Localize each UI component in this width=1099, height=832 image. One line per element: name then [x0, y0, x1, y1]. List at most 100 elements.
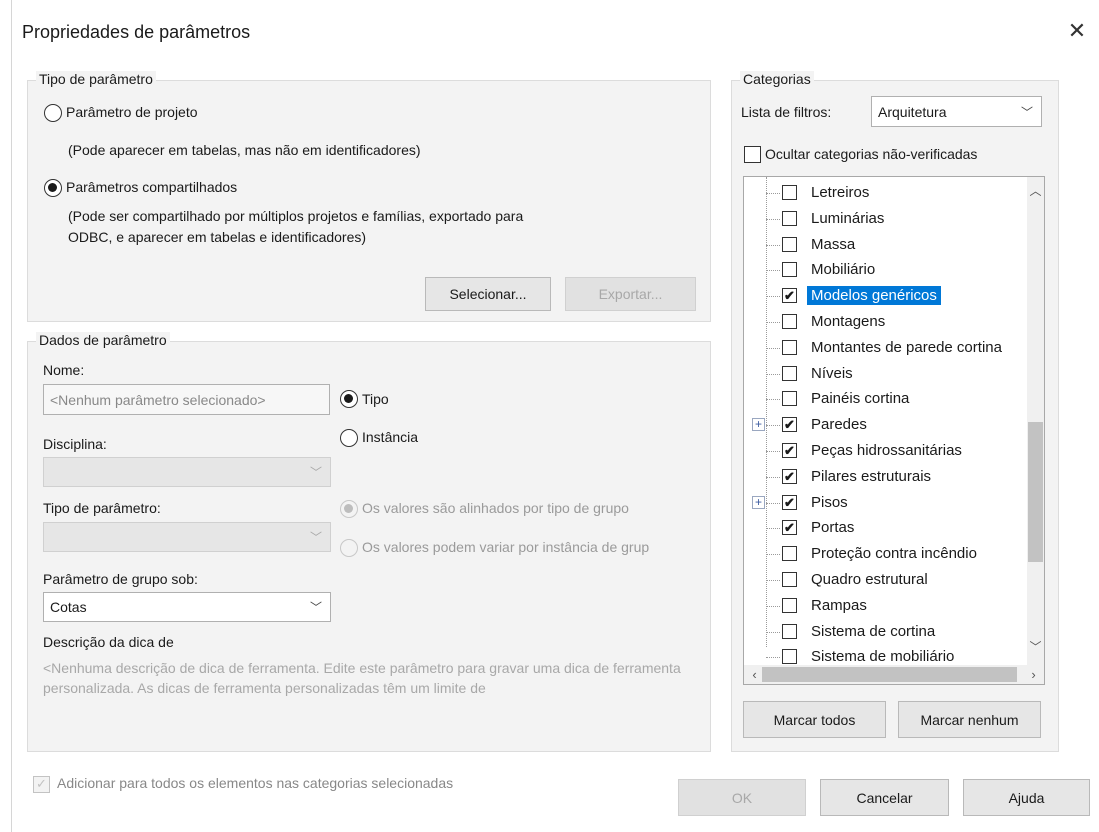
tree-row[interactable]: Painéis cortina	[744, 386, 1034, 412]
tree-row[interactable]: Mobiliário	[744, 257, 1034, 283]
help-button[interactable]: Ajuda	[963, 779, 1090, 816]
category-checkbox[interactable]	[782, 210, 797, 226]
tree-row[interactable]: Sistema de cortina	[744, 619, 1034, 645]
filter-list-select[interactable]: Arquitetura ﹀	[871, 96, 1042, 127]
category-checkbox[interactable]	[782, 314, 797, 329]
category-label[interactable]: Letreiros	[807, 183, 873, 202]
cancel-button[interactable]: Cancelar	[820, 779, 949, 816]
category-checkbox[interactable]: ✔	[782, 468, 797, 484]
shared-param-radio[interactable]	[44, 179, 62, 197]
category-checkbox[interactable]: ✔	[782, 417, 797, 433]
horizontal-scrollbar[interactable]: ‹ ›	[744, 665, 1044, 684]
tree-row[interactable]: Montantes de parede cortina	[744, 335, 1034, 361]
tree-row[interactable]: + ✔ Pisos	[744, 490, 1034, 516]
expand-plus-icon[interactable]: +	[752, 495, 765, 509]
category-label[interactable]: Massa	[807, 235, 859, 254]
tree-connector	[766, 476, 780, 478]
tree-connector	[766, 580, 780, 581]
filter-list-value: Arquitetura	[878, 103, 947, 120]
h-scroll-thumb[interactable]	[762, 667, 1017, 682]
select-button[interactable]: Selecionar...	[425, 277, 551, 311]
category-label[interactable]: Sistema de mobiliário	[807, 647, 958, 666]
category-label[interactable]: Rampas	[807, 596, 871, 615]
close-button[interactable]: ✕	[1064, 18, 1090, 44]
discipline-select[interactable]: ﹀	[43, 457, 331, 487]
category-checkbox[interactable]	[782, 572, 797, 587]
scroll-up-icon[interactable]: ︿	[1027, 183, 1044, 200]
instance-radio[interactable]	[340, 429, 358, 447]
tree-row[interactable]: Proteção contra incêndio	[744, 541, 1034, 567]
scroll-down-icon[interactable]: ﹀	[1027, 639, 1044, 656]
category-checkbox[interactable]	[782, 597, 797, 613]
category-label[interactable]: Níveis	[807, 364, 857, 383]
category-checkbox[interactable]: ✔	[782, 520, 797, 536]
category-label[interactable]: Sistema de cortina	[807, 622, 939, 641]
category-label[interactable]: Painéis cortina	[807, 389, 913, 408]
ok-button[interactable]: OK	[678, 779, 806, 816]
category-checkbox[interactable]	[782, 339, 797, 355]
tree-row[interactable]: ✔ Portas	[744, 515, 1034, 541]
category-checkbox[interactable]: ✔	[782, 443, 797, 458]
add-all-checkbox[interactable]: ✓	[33, 776, 50, 793]
tooltip-desc-text[interactable]: <Nenhuma descrição de dica de ferramenta…	[43, 658, 703, 696]
group-under-select[interactable]: Cotas ﹀	[43, 592, 331, 622]
category-label[interactable]: Paredes	[807, 415, 871, 434]
tree-connector	[766, 605, 780, 607]
tree-row[interactable]: Luminárias	[744, 206, 1034, 232]
category-checkbox[interactable]: ✔	[782, 494, 797, 510]
param-type-select[interactable]: ﹀	[43, 522, 331, 552]
hide-unchecked-checkbox[interactable]	[744, 146, 761, 163]
tree-row[interactable]: Letreiros	[744, 180, 1034, 206]
shared-param-label[interactable]: Parâmetros compartilhados	[66, 179, 237, 195]
param-data-legend: Dados de parâmetro	[36, 332, 170, 348]
tree-row[interactable]: Montagens	[744, 309, 1034, 335]
type-label[interactable]: Tipo	[362, 391, 389, 407]
project-param-radio[interactable]	[44, 104, 62, 122]
tree-row[interactable]: ✔ Peças hidrossanitárias	[744, 438, 1034, 464]
category-checkbox[interactable]	[782, 236, 797, 252]
category-checkbox[interactable]	[782, 546, 797, 562]
tree-row[interactable]: Níveis	[744, 361, 1034, 387]
instance-label[interactable]: Instância	[362, 429, 418, 445]
project-param-label[interactable]: Parâmetro de projeto	[66, 104, 198, 120]
category-checkbox[interactable]	[782, 391, 797, 407]
tree-row[interactable]: ✔ Pilares estruturais	[744, 464, 1034, 490]
check-none-button[interactable]: Marcar nenhum	[898, 701, 1041, 738]
category-checkbox[interactable]	[782, 623, 797, 639]
scroll-right-icon[interactable]: ›	[1025, 665, 1042, 684]
category-label[interactable]: Portas	[807, 518, 858, 537]
scroll-left-icon[interactable]: ‹	[746, 665, 763, 684]
category-label[interactable]: Montagens	[807, 312, 889, 331]
category-label[interactable]: Quadro estrutural	[807, 570, 932, 589]
categories-tree[interactable]: Letreiros Luminárias Massa Mobiliário ✔ Model…	[743, 176, 1045, 685]
category-label[interactable]: Modelos genéricos	[807, 286, 941, 306]
tree-row[interactable]: Quadro estrutural	[744, 567, 1034, 593]
tree-row[interactable]: Massa	[744, 232, 1034, 258]
category-checkbox[interactable]	[782, 649, 797, 665]
expand-plus-icon[interactable]: +	[752, 418, 765, 432]
aligned-by-group-radio[interactable]	[340, 500, 358, 518]
category-checkbox[interactable]	[782, 365, 797, 381]
category-checkbox[interactable]	[782, 262, 797, 278]
tree-connector	[766, 399, 780, 401]
hide-unchecked-label[interactable]: Ocultar categorias não-verificadas	[765, 146, 977, 162]
scroll-thumb[interactable]	[1028, 422, 1043, 562]
category-label[interactable]: Mobiliário	[807, 260, 879, 279]
category-checkbox[interactable]: ✔	[782, 288, 797, 304]
category-checkbox[interactable]	[782, 185, 797, 200]
tree-row[interactable]: ✔ Modelos genéricos	[744, 283, 1034, 309]
category-label[interactable]: Montantes de parede cortina	[807, 338, 1006, 357]
category-label[interactable]: Pisos	[807, 493, 852, 512]
tree-row[interactable]: Rampas	[744, 593, 1034, 619]
tree-row[interactable]: + ✔ Paredes	[744, 412, 1034, 438]
check-all-button[interactable]: Marcar todos	[743, 701, 886, 738]
vertical-scrollbar[interactable]: ︿ ﹀	[1027, 177, 1044, 667]
category-label[interactable]: Pilares estruturais	[807, 467, 935, 486]
vary-by-instance-radio[interactable]	[340, 539, 358, 557]
type-radio[interactable]	[340, 390, 358, 408]
category-label[interactable]: Peças hidrossanitárias	[807, 441, 966, 460]
category-label[interactable]: Luminárias	[807, 209, 888, 228]
category-label[interactable]: Proteção contra incêndio	[807, 544, 981, 563]
name-field[interactable]: <Nenhum parâmetro selecionado>	[43, 384, 330, 415]
export-button[interactable]: Exportar...	[565, 277, 696, 311]
